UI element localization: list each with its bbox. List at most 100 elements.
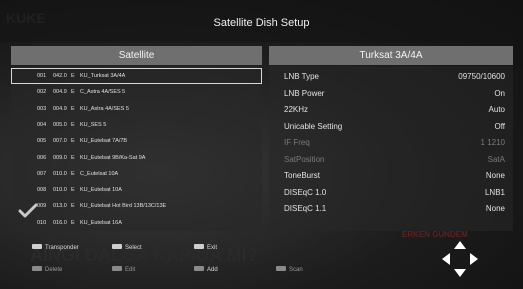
yellow-key-icon [194,265,204,271]
setting-label: LNB Power [284,88,325,98]
sat-position: 042.0 [53,73,67,79]
sat-direction: E [71,138,75,145]
scan-button[interactable]: Scan [276,265,303,274]
sat-number: 003 [37,105,47,112]
details-panel-header: Turksat 3A/4A [269,46,513,65]
sat-direction: E [71,89,75,96]
sat-number: 004 [37,121,47,128]
sat-position: 007.0 [53,138,67,145]
setting-value: Auto [488,105,505,114]
satellite-row[interactable]: 006 009.0 E KU_Eutelsat 9B/Ka-Sat 9A [11,150,262,166]
sat-position: 005.0 [53,121,67,128]
satellite-row[interactable]: 003 004.9 E KU_Astra 4A/SES 5 [11,101,262,117]
setting-value: LNB1 [484,187,505,197]
check-icon [18,203,38,218]
delete-label: Delete [45,267,63,273]
green-key-icon [112,265,122,271]
sat-name: KU_Eutelsat 10A [80,187,122,194]
sat-number: 009 [37,203,47,210]
sat-direction: E [71,187,75,194]
setting-row: IF Freq 1 1210 [269,135,513,151]
setting-row[interactable]: 22KHz Auto [269,102,513,118]
sat-name: C_Eutelsat 10A [80,170,119,177]
sat-position: 013.0 [53,203,67,210]
sat-name: KU_Eutelsat 9B/Ka-Sat 9A [80,154,146,161]
sat-direction: E [71,73,75,79]
sat-position: 016.0 [53,219,67,226]
sat-position: 004.9 [53,105,67,112]
transponder-label: Transponder [45,245,79,251]
setting-row[interactable]: DISEqC 1.0 LNB1 [269,185,513,201]
sat-name: C_Astra 4A/SES 5 [80,89,126,96]
setting-row[interactable]: Unicable Setting Off [269,119,513,135]
exit-hint[interactable]: Exit [194,243,218,252]
satellite-row[interactable]: 007 010.0 E C_Eutelsat 10A [11,166,262,182]
red-key-icon [32,265,42,271]
page-title: Satellite Dish Setup [0,0,523,42]
scan-label: Scan [289,267,303,273]
setting-value: 09750/10600 [458,72,505,81]
satellite-row[interactable]: 008 010.0 E KU_Eutelsat 10A [11,182,262,198]
satellite-row[interactable]: 010 016.0 E KU_Eutelsat 16A [11,215,262,231]
transponder-hint[interactable]: Transponder [32,243,79,252]
satellite-row[interactable]: 002 004.9 E C_Astra 4A/SES 5 [11,84,262,100]
select-label: Select [125,245,142,251]
setting-label: ToneBurst [284,171,321,180]
setting-label: DISEqC 1.1 [284,204,327,213]
setting-value: SatA [487,154,505,164]
add-label: Add [207,267,218,273]
sat-name: KU_Eutelsat 16A [80,219,122,226]
setting-row[interactable]: LNB Type 09750/10600 [269,69,513,85]
setting-label: LNB Type [284,72,319,81]
satellite-row[interactable]: 005 007.0 E KU_Eutelsat 7A/7B [11,133,262,149]
sat-number: 005 [37,138,47,145]
dpad-arrows-icon [442,241,478,277]
sat-name: KU_Astra 4A/SES 5 [80,105,129,112]
setting-label: IF Freq [284,138,310,147]
sat-name: KU_Eutelsat Hot Bird 13B/13C/13E [80,203,167,210]
tv-screen: KUKE AINGI DALGA KAPIDA MI? ERKEN GUNDEM… [0,0,523,289]
edit-label: Edit [125,267,136,273]
sat-direction: E [71,219,75,226]
sat-number: 002 [37,89,47,96]
exit-label: Exit [207,245,218,251]
setting-label: DISEqC 1.0 [284,187,327,197]
satellite-row[interactable]: 009 013.0 E KU_Eutelsat Hot Bird 13B/13C/13… [11,198,262,214]
setting-value: None [485,204,505,213]
lnb-settings-list: LNB Type 09750/10600 LNB Power On 22KHz Auto U… [269,66,513,231]
remote-key-icon [112,243,122,249]
sat-name: KU_Eutelsat 7A/7B [80,138,128,145]
satellite-panel-header: Satellite [11,46,262,65]
satellite-row[interactable]: 004 005.0 E KU_SES 5 [11,117,262,133]
setting-row[interactable]: LNB Power On [269,86,513,102]
sat-number: 007 [37,170,47,177]
blue-key-icon [276,265,286,271]
sat-direction: E [71,170,75,177]
setting-value: 1 1210 [480,138,505,147]
sat-position: 009.0 [53,154,67,161]
add-button[interactable]: Add [194,265,218,274]
sat-number: 010 [37,219,47,226]
setting-row[interactable]: DISEqC 1.1 None [269,201,513,217]
select-hint[interactable]: Select [112,243,142,252]
sat-name: KU_Turksat 3A/4A [80,73,126,79]
setting-value: On [494,88,505,98]
sat-name: KU_SES 5 [80,121,107,128]
sat-number: 008 [37,187,47,194]
setting-label: Unicable Setting [284,121,343,131]
sat-number: 006 [37,154,47,161]
satellite-list[interactable]: 001 042.0 E KU_Turksat 3A/4A 002 004.9 E C_Astr… [11,66,262,231]
setting-row: SatPosition SatA [269,152,513,168]
sat-direction: E [71,203,75,210]
sat-direction: E [71,121,75,128]
satellite-row[interactable]: 001 042.0 E KU_Turksat 3A/4A [11,68,262,84]
edit-button[interactable]: Edit [112,265,136,274]
sat-direction: E [71,105,75,112]
setting-row[interactable]: ToneBurst None [269,168,513,184]
sat-number: 001 [37,73,47,79]
delete-button[interactable]: Delete [32,265,63,274]
setting-label: SatPosition [284,154,325,164]
setting-label: 22KHz [284,105,309,114]
sat-position: 010.0 [53,170,67,177]
setting-value: None [485,171,505,180]
